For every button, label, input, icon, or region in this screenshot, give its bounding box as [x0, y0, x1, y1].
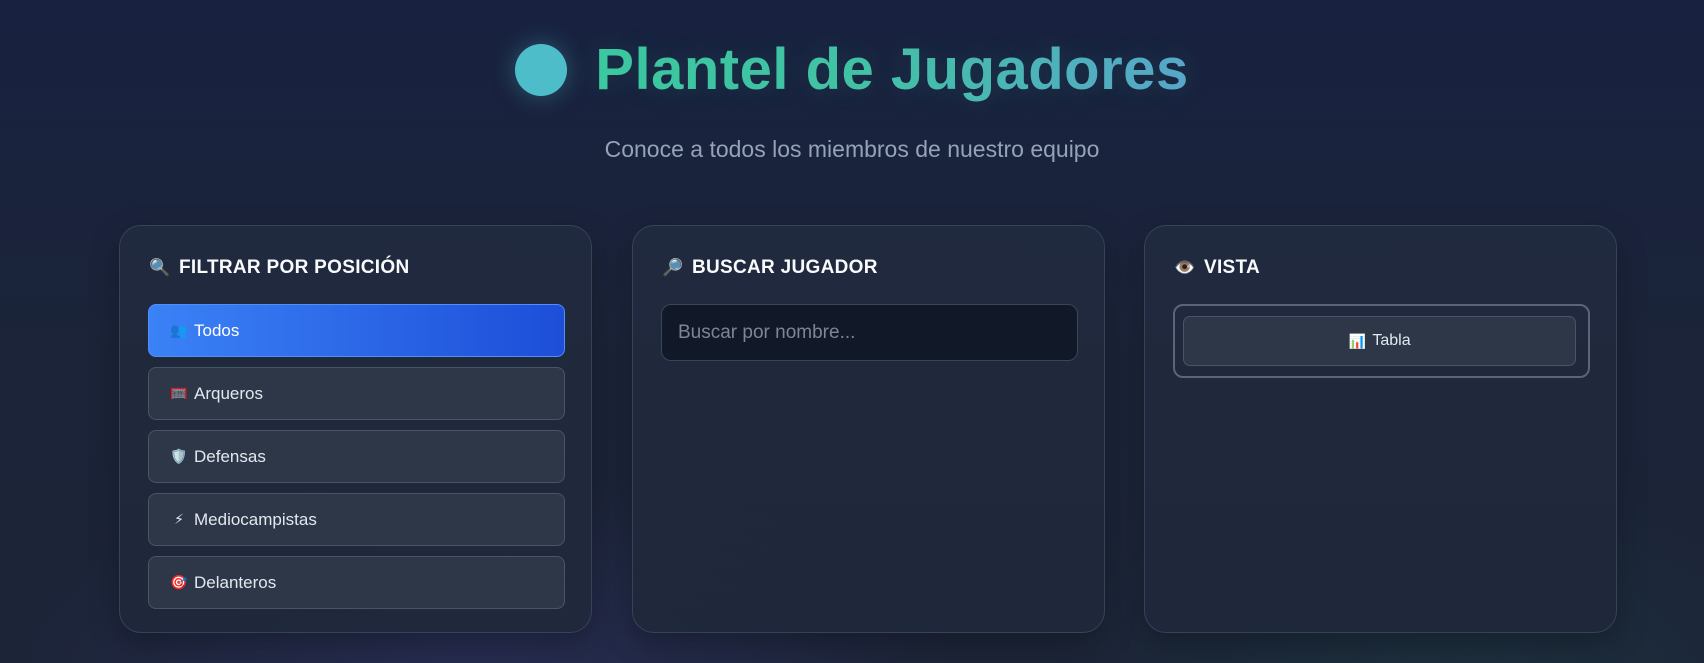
- position-filter-list: 👥 Todos 🥅 Arqueros 🛡️ Defensas ⚡ Medioca…: [148, 304, 565, 619]
- shield-icon: 🛡️: [170, 448, 188, 464]
- view-panel-title: VISTA: [1204, 257, 1261, 278]
- title-row: Plantel de Jugadores: [0, 30, 1704, 110]
- player-search-input[interactable]: [661, 304, 1078, 361]
- page-header: Plantel de Jugadores Conoce a todos los …: [0, 0, 1704, 200]
- filter-button-delanteros[interactable]: 🎯 Delanteros: [148, 556, 565, 609]
- page-subtitle: Conoce a todos los miembros de nuestro e…: [604, 136, 1100, 162]
- lightning-icon: ⚡: [174, 511, 184, 527]
- search-panel-title: BUSCAR JUGADOR: [692, 257, 878, 278]
- filter-button-arqueros[interactable]: 🥅 Arqueros: [148, 367, 565, 420]
- search-icon: 🔎: [662, 258, 684, 277]
- group-icon: 👥: [170, 322, 188, 338]
- page-title: Plantel de Jugadores: [595, 30, 1188, 110]
- target-icon: 🎯: [170, 574, 188, 590]
- table-view-button[interactable]: 📊 Tabla: [1183, 316, 1576, 366]
- goal-net-icon: 🥅: [170, 385, 188, 401]
- filter-button-todos[interactable]: 👥 Todos: [148, 304, 565, 357]
- view-toggle-group: 📊 Tabla: [1173, 304, 1590, 378]
- filter-button-label: Mediocampistas: [194, 509, 317, 529]
- filter-button-label: Delanteros: [194, 572, 277, 592]
- search-panel: 🔎 BUSCAR JUGADOR: [632, 225, 1105, 633]
- logo-circle-icon: [515, 44, 568, 96]
- filter-panel: 🔍 FILTRAR POR POSICIÓN 👥 Todos 🥅 Arquero…: [119, 225, 592, 633]
- filter-button-mediocampistas[interactable]: ⚡ Mediocampistas: [148, 493, 565, 546]
- eye-icon: 👁️: [1174, 258, 1196, 277]
- view-panel: 👁️ VISTA 📊 Tabla: [1144, 225, 1617, 633]
- bar-chart-icon: 📊: [1348, 332, 1367, 349]
- filter-button-defensas[interactable]: 🛡️ Defensas: [148, 430, 565, 483]
- filter-button-label: Arqueros: [194, 383, 263, 403]
- filter-panel-header: 🔍 FILTRAR POR POSICIÓN: [149, 254, 409, 282]
- filter-button-label: Defensas: [194, 446, 266, 466]
- magnifier-icon: 🔍: [149, 258, 171, 277]
- search-panel-header: 🔎 BUSCAR JUGADOR: [662, 254, 878, 282]
- filter-panel-title: FILTRAR POR POSICIÓN: [179, 257, 410, 278]
- filter-button-label: Todos: [194, 320, 240, 340]
- table-view-label: Tabla: [1372, 332, 1411, 349]
- view-panel-header: 👁️ VISTA: [1174, 254, 1260, 282]
